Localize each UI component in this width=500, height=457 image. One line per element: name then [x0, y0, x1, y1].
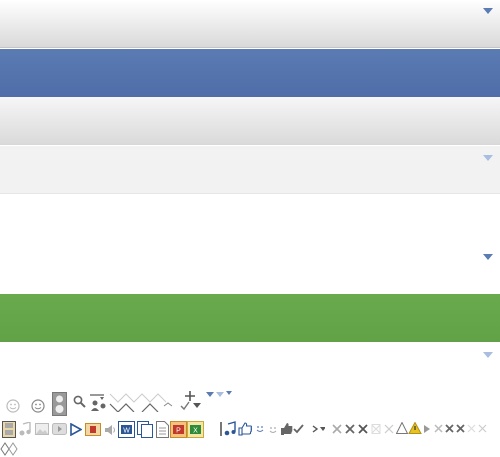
- dropdown-icon: [206, 391, 234, 399]
- user-icon: [90, 394, 110, 412]
- dropdown-caret-icon[interactable]: [483, 155, 493, 161]
- image-icon: [35, 423, 49, 435]
- smiley-icon: [31, 399, 45, 413]
- svg-text:X: X: [193, 428, 198, 435]
- svg-text:P: P: [176, 428, 181, 435]
- warning-icon: [396, 422, 422, 434]
- thumbs-up-icon: [238, 422, 252, 436]
- gray-header-bar: [0, 0, 500, 48]
- gray-toolbar-bar: [0, 97, 500, 145]
- diamond-icon: [0, 442, 20, 456]
- white-footer-panel: [0, 342, 500, 390]
- checkmark-icon: [293, 424, 325, 434]
- pdf-icon: P: [170, 421, 187, 438]
- dropdown-caret-icon[interactable]: [483, 8, 493, 14]
- close-icon: [332, 424, 402, 434]
- smiley-icon: [6, 399, 20, 413]
- svg-text:W: W: [123, 428, 130, 435]
- smiley-icon: [268, 425, 278, 435]
- thumbs-up-icon: [280, 422, 293, 436]
- speaker-icon: [52, 392, 67, 416]
- playlist-icon: [220, 421, 238, 437]
- white-panel: [0, 195, 500, 294]
- document-icon: [156, 421, 169, 438]
- dropdown-caret-icon[interactable]: [483, 254, 493, 260]
- arrow-icon: [108, 392, 178, 412]
- check-icon: [180, 401, 204, 411]
- triangle-right-icon: [424, 424, 490, 434]
- dropdown-caret-icon[interactable]: [483, 352, 493, 358]
- excel-icon: X: [187, 421, 204, 438]
- smiley-icon: [255, 424, 265, 434]
- light-panel-bar: [0, 146, 500, 194]
- film-icon: [2, 421, 16, 438]
- search-icon: [73, 395, 86, 408]
- music-icon: [19, 422, 32, 436]
- icon-sprite-strip: W P X: [0, 388, 500, 457]
- green-header-bar: [0, 294, 500, 342]
- video-icon: [52, 423, 67, 435]
- play-icon: [70, 423, 82, 436]
- copy-icon: [137, 421, 153, 438]
- volume-icon: [104, 424, 117, 436]
- word-doc-icon: W: [118, 421, 135, 438]
- media-icon: [85, 423, 101, 436]
- blue-header-bar: [0, 49, 500, 97]
